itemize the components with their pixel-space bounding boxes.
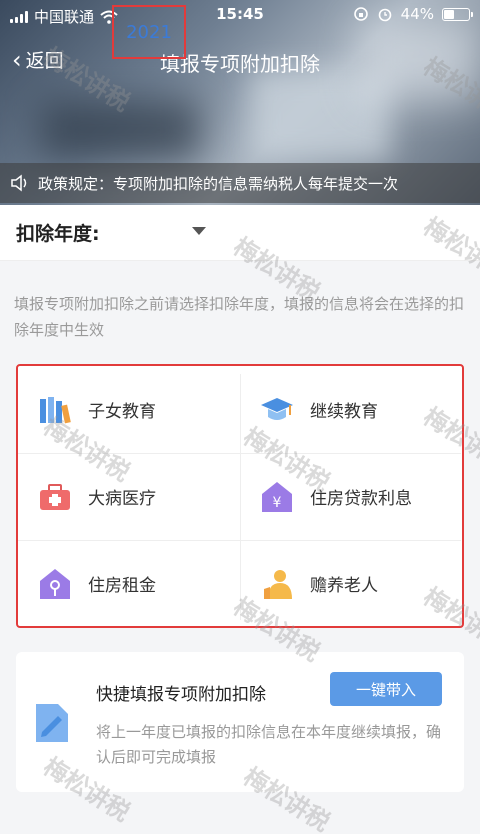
deduction-elderly-support[interactable]: 赡养老人	[240, 540, 462, 627]
alarm-icon	[378, 8, 391, 22]
deduction-child-education[interactable]: 子女教育	[18, 366, 240, 453]
deduction-housing-rent[interactable]: 住房租金	[18, 540, 240, 627]
battery-percent: 44%	[400, 5, 434, 23]
deduction-label: 住房贷款利息	[310, 489, 412, 509]
graduation-cap-icon	[261, 397, 293, 420]
deduction-label: 住房租金	[88, 576, 156, 596]
elder-person-icon	[264, 569, 292, 599]
rotation-lock-icon	[353, 7, 368, 21]
policy-notice-text: 政策规定：专项附加扣除的信息需纳税人每年提交一次	[38, 174, 399, 193]
medical-kit-icon	[40, 483, 70, 510]
deduction-label: 赡养老人	[310, 576, 378, 596]
year-selector-row: 扣除年度:	[0, 205, 480, 261]
policy-notice: 政策规定：专项附加扣除的信息需纳税人每年提交一次	[0, 163, 480, 203]
battery-icon	[442, 7, 473, 21]
deduction-serious-illness[interactable]: 大病医疗	[18, 453, 240, 540]
quick-fill-title: 快捷填报专项附加扣除	[96, 685, 266, 705]
caret-down-icon[interactable]	[192, 227, 206, 235]
edit-document-icon	[36, 704, 68, 742]
house-key-icon	[40, 568, 70, 599]
deduction-label: 继续教育	[310, 402, 378, 422]
speaker-icon	[11, 174, 27, 192]
deduction-continuing-education[interactable]: 继续教育	[240, 366, 462, 453]
svg-text:¥: ¥	[273, 495, 282, 511]
books-icon	[40, 396, 71, 423]
quick-fill-description: 将上一年度已填报的扣除信息在本年度继续填报，确认后即可完成填报	[96, 723, 442, 766]
navigation-bar: ‹ 返回 填报专项附加扣除	[0, 38, 480, 82]
one-click-import-button[interactable]: 一键带入	[330, 672, 442, 706]
deduction-grid: 子女教育 继续教育 大病医疗 ¥ 住房贷款利息 住房租金 赡养老人	[16, 364, 464, 628]
year-select[interactable]: 2021	[112, 5, 186, 59]
year-value: 2021	[126, 21, 172, 43]
year-label: 扣除年度:	[16, 223, 100, 245]
house-yuan-icon: ¥	[262, 481, 292, 512]
deduction-label: 大病医疗	[88, 489, 156, 509]
status-bar: 中国联通 15:45 44%	[0, 0, 480, 30]
deduction-label: 子女教育	[88, 402, 156, 422]
quick-fill-card: 快捷填报专项附加扣除 一键带入 将上一年度已填报的扣除信息在本年度继续填报，确认…	[16, 652, 464, 792]
deduction-housing-loan-interest[interactable]: ¥ 住房贷款利息	[240, 453, 462, 540]
year-hint-text: 填报专项附加扣除之前请选择扣除年度，填报的信息将会在选择的扣除年度中生效	[14, 295, 465, 339]
page-title: 填报专项附加扣除	[160, 52, 320, 76]
